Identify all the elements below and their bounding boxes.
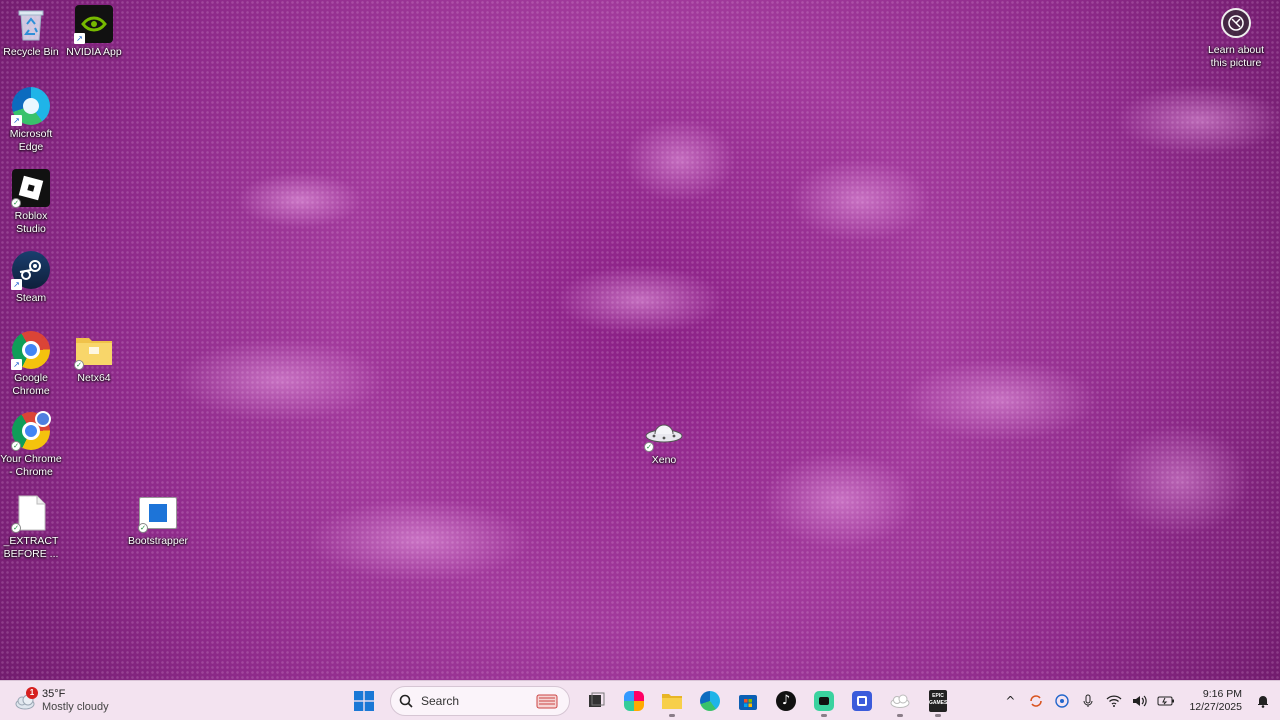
steam-icon[interactable]: ↗ Steam bbox=[0, 250, 62, 305]
windows-logo-icon bbox=[354, 691, 374, 711]
copilot-icon bbox=[624, 691, 644, 711]
sync-check-icon: ✓ bbox=[138, 523, 148, 533]
icon-label: Netx64 bbox=[77, 372, 111, 384]
running-indicator bbox=[669, 714, 675, 717]
netx64-folder-icon[interactable]: ✓ Netx64 bbox=[63, 330, 125, 385]
cloud-icon: 1 bbox=[14, 687, 38, 711]
roblox-glyph: ✓ bbox=[11, 168, 51, 208]
cloud-app-icon bbox=[890, 694, 910, 708]
weather-alert-badge: 1 bbox=[26, 687, 38, 699]
sync-check-icon: ✓ bbox=[11, 198, 21, 208]
weather-temp: 35°F bbox=[42, 688, 66, 700]
icon-label: _EXTRACT BEFORE ... bbox=[3, 535, 59, 560]
battery-icon[interactable] bbox=[1157, 692, 1175, 710]
text-file-glyph: ✓ bbox=[11, 493, 51, 533]
xeno-icon[interactable]: ✓ Xeno bbox=[633, 412, 695, 467]
chrome-profile-glyph: ✓ bbox=[11, 411, 51, 451]
icon-label: Bootstrapper bbox=[127, 535, 189, 547]
clock-time: 9:16 PM bbox=[1202, 688, 1242, 700]
steam-glyph: ↗ bbox=[11, 250, 51, 290]
edge-taskbar-button[interactable] bbox=[694, 685, 726, 717]
file-explorer-button[interactable] bbox=[656, 685, 688, 717]
weather-condition: Mostly cloudy bbox=[42, 701, 109, 713]
sync-check-icon: ✓ bbox=[74, 360, 84, 370]
taskbar-search[interactable]: Search bbox=[390, 686, 570, 716]
icon-label: Xeno bbox=[651, 454, 677, 466]
task-view-icon bbox=[589, 692, 605, 707]
notification-bell-icon[interactable] bbox=[1254, 692, 1272, 710]
camera-icon bbox=[1221, 8, 1251, 38]
nvidia-glyph: ↗ bbox=[74, 4, 114, 44]
roblox-studio-icon[interactable]: ✓ Roblox Studio bbox=[0, 168, 62, 236]
icon-label: Recycle Bin bbox=[3, 46, 59, 58]
sync-check-icon: ✓ bbox=[11, 441, 21, 451]
folder-glyph: ✓ bbox=[74, 330, 114, 370]
volume-icon[interactable] bbox=[1131, 692, 1149, 710]
icon-label: Google Chrome bbox=[12, 372, 50, 397]
shortcut-arrow-icon: ↗ bbox=[11, 115, 22, 126]
wifi-icon[interactable] bbox=[1105, 692, 1123, 710]
nvidia-app-icon[interactable]: ↗ NVIDIA App bbox=[63, 4, 125, 59]
recycle-bin-glyph bbox=[11, 4, 51, 44]
icon-label: Roblox Studio bbox=[14, 210, 48, 235]
blue-app-icon bbox=[852, 691, 872, 711]
running-indicator bbox=[935, 714, 941, 717]
sync-icon[interactable] bbox=[1027, 692, 1045, 710]
weather-widget[interactable]: 1 35°F Mostly cloudy bbox=[14, 685, 109, 717]
recycle-bin-icon[interactable]: Recycle Bin bbox=[0, 4, 62, 59]
running-indicator bbox=[897, 714, 903, 717]
search-highlight-icon bbox=[536, 694, 558, 709]
profile-avatar-icon bbox=[35, 411, 51, 427]
store-button[interactable] bbox=[732, 685, 764, 717]
taskbar: 1 35°F Mostly cloudy Search ♪ EPIC GAMES… bbox=[0, 680, 1280, 720]
epic-games-button[interactable]: EPIC GAMES bbox=[922, 685, 954, 717]
shortcut-arrow-icon: ↗ bbox=[74, 33, 85, 44]
bootstrapper-icon[interactable]: ✓ Bootstrapper bbox=[127, 493, 189, 548]
start-button[interactable] bbox=[348, 685, 380, 717]
tiktok-icon: ♪ bbox=[776, 691, 796, 711]
tiktok-button[interactable]: ♪ bbox=[770, 685, 802, 717]
blue-app-button[interactable] bbox=[846, 685, 878, 717]
epic-games-icon: EPIC GAMES bbox=[929, 690, 947, 712]
search-icon bbox=[399, 694, 413, 708]
copilot-button[interactable] bbox=[618, 685, 650, 717]
chevron-up-icon[interactable]: ^ bbox=[1001, 692, 1019, 710]
your-chrome-icon[interactable]: ✓ Your Chrome - Chrome bbox=[0, 411, 62, 479]
green-app-icon bbox=[814, 691, 834, 711]
shortcut-arrow-icon: ↗ bbox=[11, 279, 22, 290]
wallpaper bbox=[0, 0, 1280, 680]
cloud-app-button[interactable] bbox=[884, 685, 916, 717]
icon-label: NVIDIA App bbox=[66, 46, 122, 58]
taskbar-apps: Search ♪ EPIC GAMES bbox=[348, 685, 954, 717]
search-placeholder: Search bbox=[421, 694, 460, 708]
chrome-glyph: ↗ bbox=[11, 330, 51, 370]
task-view-button[interactable] bbox=[580, 685, 612, 717]
vpn-icon[interactable] bbox=[1053, 692, 1071, 710]
icon-label: Microsoft Edge bbox=[9, 128, 53, 153]
microphone-icon[interactable] bbox=[1079, 692, 1097, 710]
shortcut-arrow-icon: ↗ bbox=[11, 359, 22, 370]
icon-label: Steam bbox=[15, 292, 47, 304]
folder-icon bbox=[662, 694, 682, 709]
learn-about-label: Learn about this picture bbox=[1207, 44, 1265, 69]
sync-check-icon: ✓ bbox=[11, 523, 21, 533]
edge-glyph: ↗ bbox=[11, 86, 51, 126]
clock[interactable]: 9:16 PM 12/27/2025 bbox=[1189, 688, 1242, 714]
icon-label: Your Chrome - Chrome bbox=[0, 453, 62, 478]
learn-about-picture[interactable]: Learn about this picture bbox=[1200, 8, 1272, 70]
sync-check-icon: ✓ bbox=[644, 442, 654, 452]
system-tray: ^ 9:16 PM 12/27/2025 bbox=[1001, 685, 1272, 717]
google-chrome-icon[interactable]: ↗ Google Chrome bbox=[0, 330, 62, 398]
store-icon bbox=[739, 695, 757, 710]
microsoft-edge-icon[interactable]: ↗ Microsoft Edge bbox=[0, 86, 62, 154]
ufo-glyph: ✓ bbox=[644, 412, 684, 452]
green-app-button[interactable] bbox=[808, 685, 840, 717]
bootstrapper-glyph: ✓ bbox=[138, 493, 178, 533]
edge-icon bbox=[700, 691, 720, 711]
extract-before-file-icon[interactable]: ✓ _EXTRACT BEFORE ... bbox=[0, 493, 62, 561]
clock-date: 12/27/2025 bbox=[1189, 701, 1242, 713]
running-indicator bbox=[821, 714, 827, 717]
